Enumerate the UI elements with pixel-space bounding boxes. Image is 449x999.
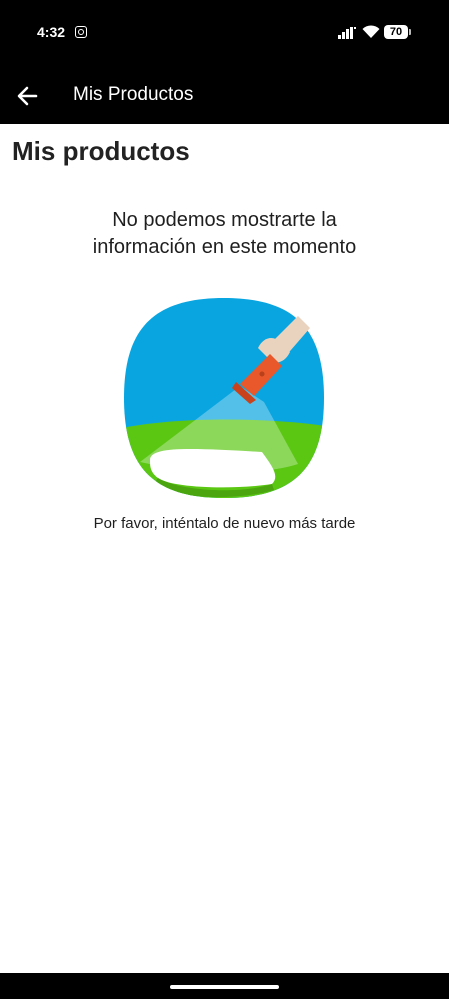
arrow-left-icon	[17, 86, 38, 106]
app-bar: Mis Productos	[0, 68, 449, 124]
navigation-bar	[0, 973, 449, 999]
wifi-icon	[362, 25, 380, 38]
status-time: 4:32	[37, 24, 66, 40]
error-message: No podemos mostrarte la información en e…	[0, 207, 449, 261]
battery-icon: 70	[384, 25, 411, 39]
retry-hint: Por favor, inténtalo de nuevo más tarde	[93, 515, 356, 532]
signal-icon	[338, 27, 356, 39]
error-message-line: información en este momento	[92, 236, 357, 258]
back-button[interactable]	[14, 82, 42, 110]
error-message-line: No podemos mostrarte la	[112, 209, 337, 231]
instagram-icon	[75, 26, 87, 38]
app-bar-title: Mis Productos	[73, 84, 194, 105]
home-indicator[interactable]	[170, 985, 279, 989]
flashlight-illustration	[124, 298, 324, 498]
page-title: Mis productos	[12, 136, 190, 166]
status-bar: 4:32 70	[0, 0, 449, 68]
